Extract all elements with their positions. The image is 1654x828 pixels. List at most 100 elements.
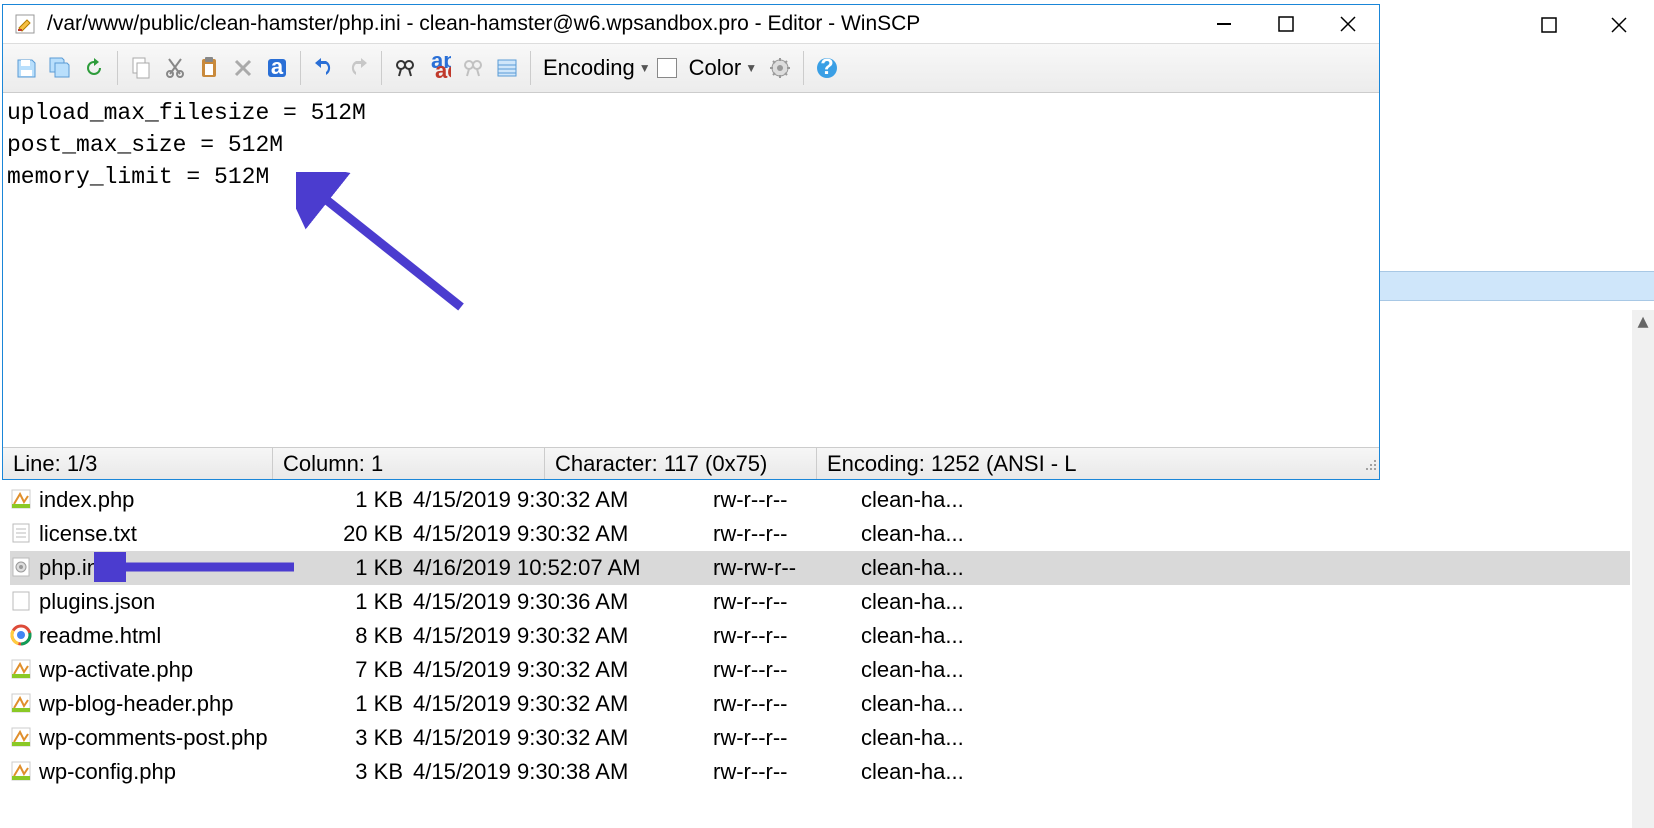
file-size: 8 KB — [293, 623, 413, 649]
file-changed: 4/15/2019 9:30:32 AM — [413, 691, 713, 717]
file-changed: 4/15/2019 9:30:38 AM — [413, 759, 713, 785]
file-size: 20 KB — [293, 521, 413, 547]
file-rights: rw-r--r-- — [713, 657, 861, 683]
editor-statusbar: Line: 1/3 Column: 1 Character: 117 (0x75… — [3, 447, 1379, 479]
file-rights: rw-r--r-- — [713, 623, 861, 649]
table-row[interactable]: php.ini1 KB4/16/2019 10:52:07 AMrw-rw-r-… — [10, 551, 1630, 585]
parent-titlebar — [1514, 0, 1654, 50]
color-dropdown[interactable]: Color▼ — [683, 55, 763, 81]
file-owner: clean-ha... — [861, 725, 1011, 751]
file-icon — [10, 760, 34, 784]
minimize-button[interactable] — [1193, 5, 1255, 43]
file-rights: rw-r--r-- — [713, 589, 861, 615]
save-all-button[interactable] — [43, 51, 77, 85]
copy-button[interactable] — [124, 51, 158, 85]
redo-button[interactable] — [341, 51, 375, 85]
file-size: 1 KB — [293, 555, 413, 581]
replace-button[interactable]: abac — [422, 51, 456, 85]
resize-grip[interactable] — [1361, 455, 1379, 473]
table-row[interactable]: wp-config.php3 KB4/15/2019 9:30:38 AMrw-… — [10, 755, 1630, 789]
svg-text:ac: ac — [435, 58, 451, 80]
help-button[interactable]: ? — [810, 51, 844, 85]
paste-button[interactable] — [192, 51, 226, 85]
file-icon — [10, 590, 34, 614]
file-changed: 4/16/2019 10:52:07 AM — [413, 555, 713, 581]
cut-button[interactable] — [158, 51, 192, 85]
file-name: wp-blog-header.php — [39, 691, 233, 717]
file-changed: 4/15/2019 9:30:32 AM — [413, 521, 713, 547]
color-checkbox[interactable] — [657, 58, 677, 78]
goto-button[interactable] — [490, 51, 524, 85]
file-size: 1 KB — [293, 589, 413, 615]
file-owner: clean-ha... — [861, 487, 1011, 513]
file-size: 3 KB — [293, 759, 413, 785]
editor-title: /var/www/public/clean-hamster/php.ini - … — [47, 12, 1193, 36]
parent-scrollbar[interactable]: ▴ — [1632, 310, 1654, 828]
file-name: wp-activate.php — [39, 657, 193, 683]
file-rights: rw-r--r-- — [713, 691, 861, 717]
file-rights: rw-r--r-- — [713, 725, 861, 751]
preferences-button[interactable] — [763, 51, 797, 85]
file-owner: clean-ha... — [861, 589, 1011, 615]
encoding-label: Encoding — [543, 55, 635, 81]
file-owner: clean-ha... — [861, 759, 1011, 785]
status-encoding: Encoding: 1252 (ANSI - L — [817, 448, 1361, 479]
close-button[interactable] — [1317, 5, 1379, 43]
file-list: index.php1 KB4/15/2019 9:30:32 AMrw-r--r… — [10, 483, 1630, 789]
reload-button[interactable] — [77, 51, 111, 85]
status-column: Column: 1 — [273, 448, 545, 479]
table-row[interactable]: wp-activate.php 7 KB4/15/2019 9:30:32 AMr… — [10, 653, 1630, 687]
scroll-up-icon[interactable]: ▴ — [1632, 310, 1654, 332]
editor-textarea[interactable]: upload_max_filesize = 512M post_max_size… — [3, 95, 1379, 447]
encoding-dropdown[interactable]: Encoding ▼ — [537, 55, 657, 81]
file-size: 3 KB — [293, 725, 413, 751]
file-size: 1 KB — [293, 691, 413, 717]
find-button[interactable] — [388, 51, 422, 85]
toolbar-separator — [300, 51, 301, 85]
table-row[interactable]: license.txt20 KB4/15/2019 9:30:32 AMrw-r… — [10, 517, 1630, 551]
parent-maximize-button[interactable] — [1514, 0, 1584, 50]
table-row[interactable]: index.php1 KB4/15/2019 9:30:32 AMrw-r--r… — [10, 483, 1630, 517]
table-row[interactable]: wp-comments-post.php3 KB4/15/2019 9:30:3… — [10, 721, 1630, 755]
file-name: license.txt — [39, 521, 137, 547]
file-name: readme.html — [39, 623, 161, 649]
file-icon — [10, 726, 34, 750]
file-name: php.ini — [39, 555, 104, 581]
table-row[interactable]: plugins.json1 KB4/15/2019 9:30:36 AMrw-r… — [10, 585, 1630, 619]
parent-selection-strip — [1380, 271, 1654, 301]
toolbar-separator — [803, 51, 804, 85]
file-name: wp-comments-post.php — [39, 725, 268, 751]
file-owner: clean-ha... — [861, 521, 1011, 547]
file-size: 7 KB — [293, 657, 413, 683]
delete-button[interactable] — [226, 51, 260, 85]
save-button[interactable] — [9, 51, 43, 85]
file-changed: 4/15/2019 9:30:32 AM — [413, 657, 713, 683]
file-icon — [10, 556, 34, 580]
chevron-down-icon: ▼ — [639, 61, 651, 75]
select-all-button[interactable]: a — [260, 51, 294, 85]
table-row[interactable]: wp-blog-header.php 1 KB4/15/2019 9:30:32 … — [10, 687, 1630, 721]
svg-text:?: ? — [820, 56, 833, 79]
undo-button[interactable] — [307, 51, 341, 85]
editor-toolbar: a abac Encoding▼ Color▼ ? — [3, 43, 1379, 93]
maximize-button[interactable] — [1255, 5, 1317, 43]
file-rights: rw-r--r-- — [713, 487, 861, 513]
file-changed: 4/15/2019 9:30:32 AM — [413, 487, 713, 513]
file-owner: clean-ha... — [861, 555, 1011, 581]
file-owner: clean-ha... — [861, 657, 1011, 683]
file-owner: clean-ha... — [861, 623, 1011, 649]
color-label: Color — [689, 55, 742, 81]
file-icon — [10, 488, 34, 512]
editor-titlebar[interactable]: /var/www/public/clean-hamster/php.ini - … — [3, 5, 1379, 43]
file-icon — [10, 522, 34, 546]
toolbar-separator — [117, 51, 118, 85]
parent-close-button[interactable] — [1584, 0, 1654, 50]
window-buttons — [1193, 5, 1379, 43]
chevron-down-icon: ▼ — [745, 61, 757, 75]
file-owner: clean-ha... — [861, 691, 1011, 717]
file-name: wp-config.php — [39, 759, 176, 785]
find-next-button[interactable] — [456, 51, 490, 85]
table-row[interactable]: readme.html8 KB4/15/2019 9:30:32 AMrw-r-… — [10, 619, 1630, 653]
status-character: Character: 117 (0x75) — [545, 448, 817, 479]
editor-window: /var/www/public/clean-hamster/php.ini - … — [2, 4, 1380, 480]
